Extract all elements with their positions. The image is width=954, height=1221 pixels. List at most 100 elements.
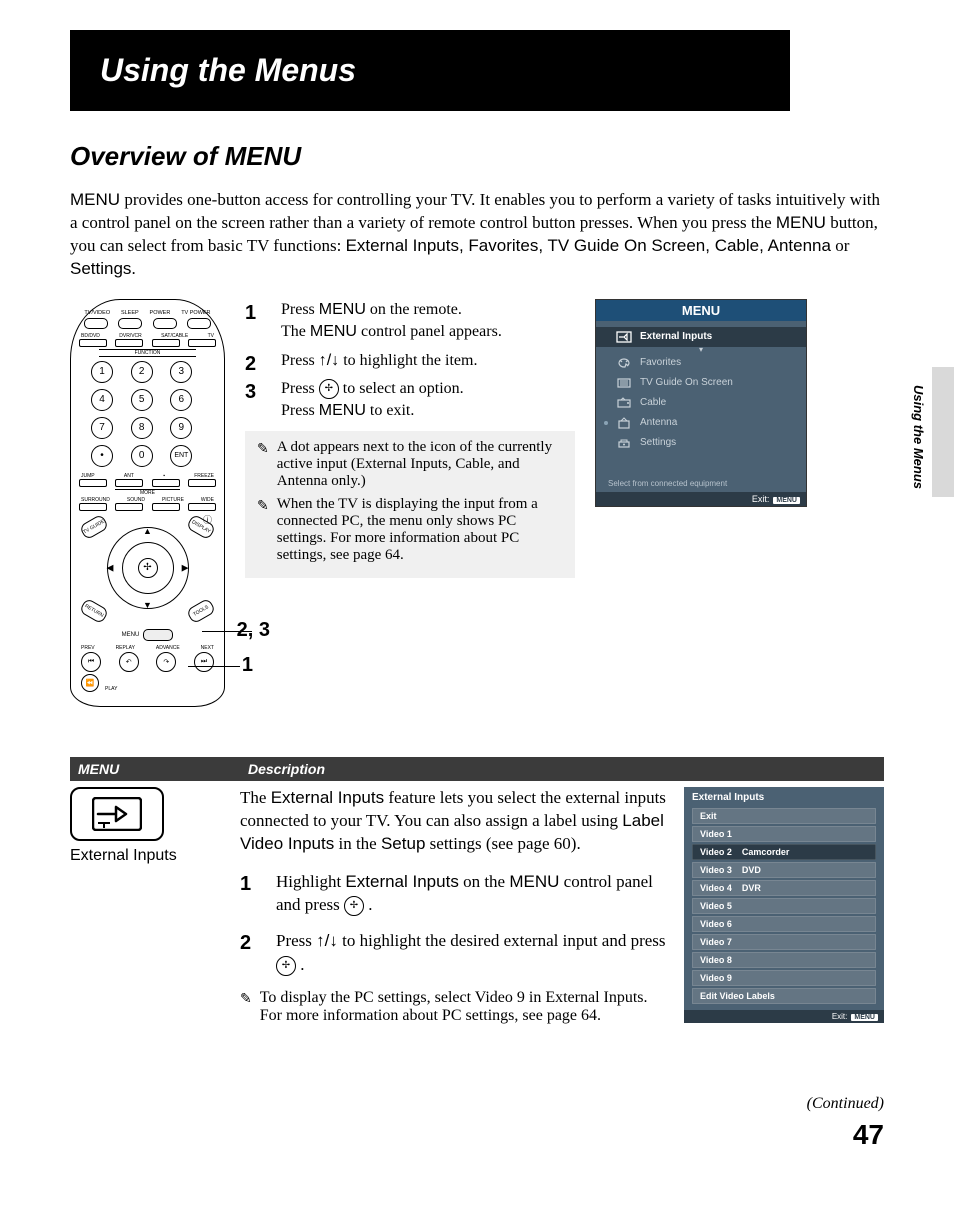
note-pencil-icon: ✎ <box>257 496 269 515</box>
ext-exit-bar: Exit:MENU <box>684 1010 884 1023</box>
function-sat-cable[interactable] <box>152 339 180 347</box>
tvguide-button[interactable]: TV GUIDE <box>79 513 110 540</box>
ext-row-label: Video 4 <box>700 883 732 893</box>
menu-item-tv-guide-on-screen[interactable]: TV Guide On Screen <box>596 373 806 393</box>
callout-line <box>188 666 240 667</box>
prev-button[interactable]: ⏮ <box>81 652 101 672</box>
menu-exit-badge: MENU <box>773 497 800 504</box>
up-down-arrows-icon: ↑/↓ <box>319 352 339 369</box>
menu-item-icon <box>616 331 632 343</box>
menu-item-favorites[interactable]: Favorites <box>596 353 806 373</box>
picture-button[interactable] <box>152 503 180 511</box>
note-pencil-icon: ✎ <box>257 439 269 458</box>
ext-row-sublabel: DVD <box>742 865 761 875</box>
ext-row-label: Video 6 <box>700 919 732 929</box>
menu-item-label: TV Guide On Screen <box>640 377 733 388</box>
ant-button[interactable] <box>115 479 143 487</box>
dpad-left-icon: ◀ <box>107 562 114 573</box>
tools-button[interactable]: TOOLS <box>186 597 217 624</box>
num-5[interactable]: 5 <box>131 389 153 411</box>
ext-input-row[interactable]: Video 4 DVR <box>692 880 876 896</box>
menu-item-label: Cable <box>640 397 666 408</box>
freeze-button[interactable] <box>188 479 216 487</box>
num-7[interactable]: 7 <box>91 417 113 439</box>
menu-screenshot: MENU External Inputs▾FavoritesTV Guide O… <box>595 299 807 507</box>
table-head-menu: MENU <box>70 761 248 777</box>
dpad-enter-button[interactable]: ✢ <box>138 558 158 578</box>
menu-hint-text: Select from connected equipment <box>596 459 806 492</box>
steps-column: Press MENU on the remote. The MENU contr… <box>245 299 575 578</box>
section-heading: Overview of MENU <box>70 141 884 172</box>
tvvideo-button[interactable] <box>84 318 108 329</box>
function-tv[interactable] <box>188 339 216 347</box>
mute-button[interactable] <box>152 479 180 487</box>
menu-keyword: MENU <box>776 213 826 232</box>
intro-paragraph: MENU provides one-button access for cont… <box>70 189 884 281</box>
menu-item-settings[interactable]: Settings <box>596 433 806 453</box>
enter-icon: ✢ <box>276 956 296 976</box>
external-inputs-label: External Inputs <box>70 847 240 865</box>
ext-input-row[interactable]: Video 8 <box>692 952 876 968</box>
ext-input-row[interactable]: Exit <box>692 808 876 824</box>
ent-button[interactable]: ENT <box>170 445 192 467</box>
step-2: Press ↑/↓ to highlight the item. <box>245 350 575 372</box>
step-1: Press MENU on the remote. The MENU contr… <box>245 299 575 344</box>
external-inputs-screenshot: External Inputs ExitVideo 1Video 2Camcor… <box>684 787 884 1023</box>
ext-input-row[interactable]: Video 9 <box>692 970 876 986</box>
ext-input-row[interactable]: Video 3DVD <box>692 862 876 878</box>
function-bd-dvd[interactable] <box>79 339 107 347</box>
menu-description-table: MENU Description External Inputs The Ext… <box>70 757 884 1025</box>
menu-item-cable[interactable]: Cable <box>596 393 806 413</box>
power-button[interactable] <box>153 318 177 329</box>
menu-item-antenna[interactable]: Antenna <box>596 413 806 433</box>
num-1[interactable]: 1 <box>91 361 113 383</box>
num-2[interactable]: 2 <box>131 361 153 383</box>
menu-item-label: Antenna <box>640 417 677 428</box>
ext-step-1: Highlight External Inputs on the MENU co… <box>240 870 668 918</box>
num-dot[interactable]: • <box>91 445 113 467</box>
up-down-arrows-icon: ↑/↓ <box>316 931 338 950</box>
ext-exit-badge: MENU <box>851 1014 878 1021</box>
num-4[interactable]: 4 <box>91 389 113 411</box>
step-3: Press ✢ to select an option. Press MENU … <box>245 378 575 423</box>
ext-input-row[interactable]: Video 7 <box>692 934 876 950</box>
external-inputs-icon <box>70 787 164 841</box>
menu-item-external-inputs[interactable]: External Inputs <box>596 327 806 347</box>
wide-button[interactable] <box>188 503 216 511</box>
chapter-banner: Using the Menus <box>70 30 790 111</box>
ext-input-row[interactable]: Video 1 <box>692 826 876 842</box>
ext-row-label: Video 1 <box>700 829 732 839</box>
function-dvr-vcr[interactable] <box>115 339 143 347</box>
tvpower-button[interactable] <box>187 318 211 329</box>
num-0[interactable]: 0 <box>131 445 153 467</box>
dpad-down-icon: ▼ <box>143 600 152 610</box>
ext-input-row[interactable]: Video 2Camcorder <box>692 844 876 860</box>
num-8[interactable]: 8 <box>131 417 153 439</box>
ext-input-row[interactable]: Video 6 <box>692 916 876 932</box>
return-button[interactable]: RETURN <box>79 597 110 624</box>
ext-row-sublabel: DVR <box>742 883 761 893</box>
num-9[interactable]: 9 <box>170 417 192 439</box>
ext-row-label: Video 2 <box>700 847 732 857</box>
jump-button[interactable] <box>79 479 107 487</box>
ext-input-row[interactable]: Edit Video Labels <box>692 988 876 1004</box>
replay-button[interactable]: ↶ <box>119 652 139 672</box>
num-6[interactable]: 6 <box>170 389 192 411</box>
dpad-up-icon: ▲ <box>143 526 152 536</box>
menu-button[interactable] <box>143 629 173 641</box>
ext-row-label: Video 7 <box>700 937 732 947</box>
callout-2-3: 2, 3 <box>237 619 270 642</box>
dpad-ring[interactable]: ▲ ▼ ◀ ▶ ✢ <box>107 527 189 609</box>
num-3[interactable]: 3 <box>170 361 192 383</box>
ext-row-label: Edit Video Labels <box>700 991 775 1001</box>
surround-button[interactable] <box>79 503 107 511</box>
menu-item-icon <box>616 357 632 369</box>
menu-item-icon <box>616 397 632 409</box>
ext-input-row[interactable]: Video 5 <box>692 898 876 914</box>
sleep-button[interactable] <box>118 318 142 329</box>
menu-keyword: MENU <box>70 190 120 209</box>
next-button[interactable]: ⏭ <box>194 652 214 672</box>
advance-button[interactable]: ↷ <box>156 652 176 672</box>
sound-button[interactable] <box>115 503 143 511</box>
rewind-button[interactable]: ⏪ <box>81 674 99 692</box>
